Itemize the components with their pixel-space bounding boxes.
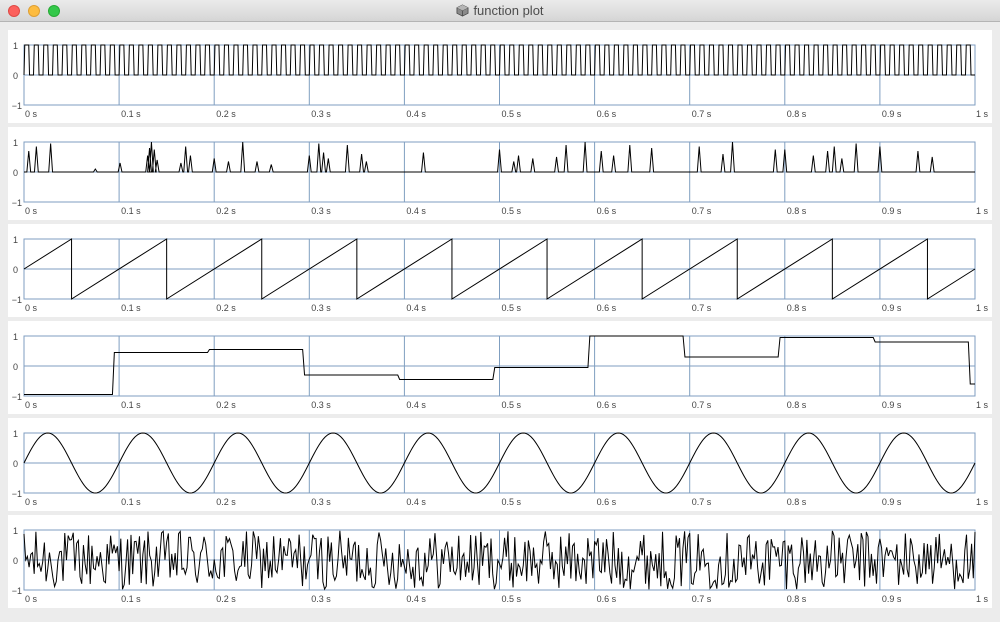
x-tick-label: 0.2 s (216, 400, 236, 410)
x-tick-label: 0.9 s (882, 109, 902, 119)
x-tick-label: 0.8 s (787, 400, 807, 410)
y-tick-label: 1 (13, 526, 18, 536)
x-tick-label: 0.6 s (597, 594, 617, 604)
x-tick-label: 0.4 s (406, 400, 426, 410)
x-tick-label: 0.1 s (121, 497, 141, 507)
x-tick-label: 0.7 s (692, 497, 712, 507)
x-tick-label: 0.9 s (882, 400, 902, 410)
x-tick-label: 0.4 s (406, 109, 426, 119)
y-tick-label: −1 (12, 586, 22, 596)
x-tick-label: 0.3 s (311, 400, 331, 410)
x-tick-label: 0.6 s (597, 497, 617, 507)
y-tick-label: 1 (13, 41, 18, 51)
window-title: function plot (473, 3, 544, 18)
y-tick-label: −1 (12, 295, 22, 305)
x-tick-label: 0.3 s (311, 594, 331, 604)
plot-area: 1 0 −1 0 s 0.1 s 0.2 s 0.3 s 0.4 s 0.5 s 0.6 s 0.7… (0, 22, 1000, 622)
x-tick-label: 0.4 s (406, 594, 426, 604)
x-tick-label: 0.3 s (311, 109, 331, 119)
window-title-area: function plot (0, 3, 1000, 18)
x-tick-label: 0.7 s (692, 303, 712, 313)
x-tick-label: 0.5 s (502, 303, 522, 313)
y-tick-label: −1 (12, 198, 22, 208)
x-tick-label: 0.7 s (692, 109, 712, 119)
x-tick-label: 0.4 s (406, 206, 426, 216)
y-tick-label: 1 (13, 138, 18, 148)
y-tick-label: 0 (13, 556, 18, 566)
x-tick-label: 1 s (976, 109, 989, 119)
x-tick-label: 0.5 s (502, 206, 522, 216)
x-tick-label: 0.8 s (787, 303, 807, 313)
x-tick-label: 0.8 s (787, 109, 807, 119)
x-tick-label: 0.9 s (882, 497, 902, 507)
x-tick-label: 0.1 s (121, 109, 141, 119)
y-tick-label: 0 (13, 168, 18, 178)
x-tick-label: 0.8 s (787, 497, 807, 507)
x-tick-label: 0.1 s (121, 303, 141, 313)
y-tick-label: 1 (13, 332, 18, 342)
x-tick-label: 0.1 s (121, 206, 141, 216)
x-tick-label: 1 s (976, 206, 989, 216)
x-tick-label: 0.5 s (502, 497, 522, 507)
y-tick-label: 0 (13, 362, 18, 372)
x-tick-label: 0.1 s (121, 400, 141, 410)
x-tick-label: 0.5 s (502, 594, 522, 604)
x-tick-label: 0.3 s (311, 303, 331, 313)
x-tick-label: 0.2 s (216, 497, 236, 507)
x-tick-label: 1 s (976, 303, 989, 313)
y-tick-label: 1 (13, 429, 18, 439)
x-tick-label: 0.6 s (597, 400, 617, 410)
y-tick-label: 0 (13, 459, 18, 469)
x-tick-label: 0.4 s (406, 303, 426, 313)
x-tick-label: 0.3 s (311, 206, 331, 216)
x-tick-label: 0.7 s (692, 206, 712, 216)
x-tick-label: 0.3 s (311, 497, 331, 507)
x-tick-label: 0.6 s (597, 303, 617, 313)
x-tick-label: 0.6 s (597, 109, 617, 119)
x-tick-label: 0.1 s (121, 594, 141, 604)
y-tick-label: 0 (13, 71, 18, 81)
y-tick-label: 1 (13, 235, 18, 245)
x-tick-label: 0 s (25, 594, 38, 604)
x-tick-label: 0.2 s (216, 109, 236, 119)
x-tick-label: 1 s (976, 594, 989, 604)
x-tick-label: 0 s (25, 400, 38, 410)
x-tick-label: 0 s (25, 206, 38, 216)
x-tick-label: 0.9 s (882, 206, 902, 216)
y-tick-label: 0 (13, 265, 18, 275)
x-tick-label: 0.6 s (597, 206, 617, 216)
x-tick-label: 0.9 s (882, 594, 902, 604)
x-tick-label: 0.5 s (502, 109, 522, 119)
x-tick-label: 0 s (25, 303, 38, 313)
x-tick-label: 0.7 s (692, 400, 712, 410)
x-tick-label: 1 s (976, 497, 989, 507)
x-tick-label: 0.8 s (787, 594, 807, 604)
x-tick-label: 0.7 s (692, 594, 712, 604)
x-tick-label: 0.9 s (882, 303, 902, 313)
x-tick-label: 0 s (25, 109, 38, 119)
x-tick-label: 0.5 s (502, 400, 522, 410)
x-tick-label: 0 s (25, 497, 38, 507)
y-tick-label: −1 (12, 392, 22, 402)
x-tick-label: 0.2 s (216, 206, 236, 216)
x-tick-label: 0.4 s (406, 497, 426, 507)
x-tick-label: 1 s (976, 400, 989, 410)
title-bar[interactable]: function plot (0, 0, 1000, 22)
cube-app-icon (456, 4, 469, 17)
x-tick-label: 0.2 s (216, 594, 236, 604)
x-tick-label: 0.8 s (787, 206, 807, 216)
x-tick-label: 0.2 s (216, 303, 236, 313)
y-tick-label: −1 (12, 489, 22, 499)
y-tick-label: −1 (12, 101, 22, 111)
plots-svg: 10−10 s 0.1 s 0.2 s 0.3 s 0.4 s 0.5 s 0.6 s 0.7… (8, 30, 992, 608)
